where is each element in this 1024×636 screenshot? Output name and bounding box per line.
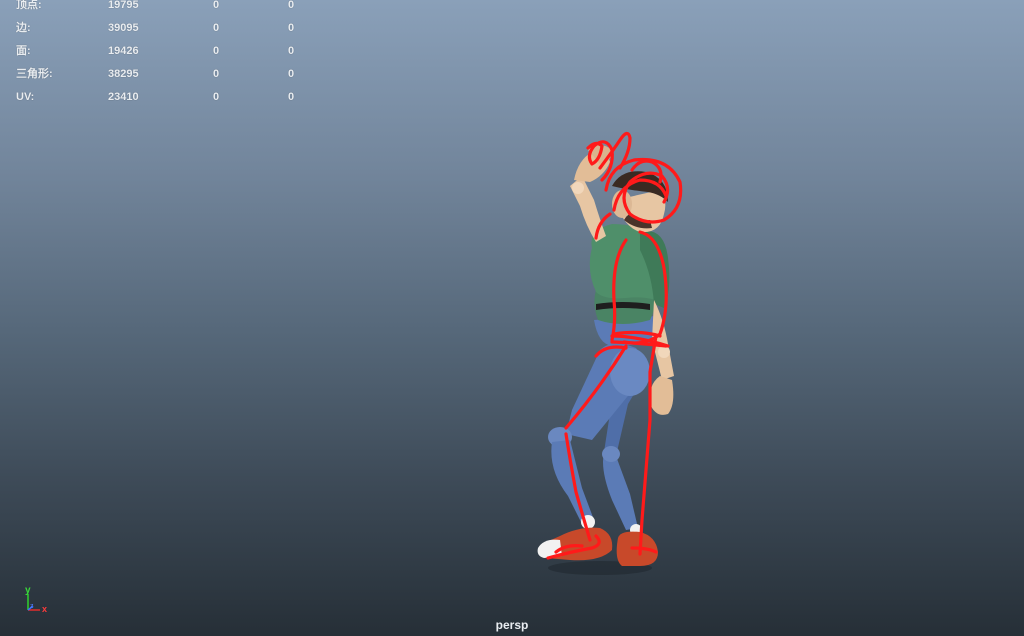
camera-name-label: persp xyxy=(495,618,529,632)
character-model[interactable] xyxy=(0,0,1024,636)
axis-gizmo: y x z xyxy=(25,585,47,614)
axis-x-label: x xyxy=(42,604,47,614)
3d-viewport[interactable]: 顶点: 19795 0 0 边: 39095 0 0 面: 19426 0 0 … xyxy=(0,0,1024,636)
axis-y-label: y xyxy=(25,585,31,596)
axis-z-label: z xyxy=(30,603,34,610)
